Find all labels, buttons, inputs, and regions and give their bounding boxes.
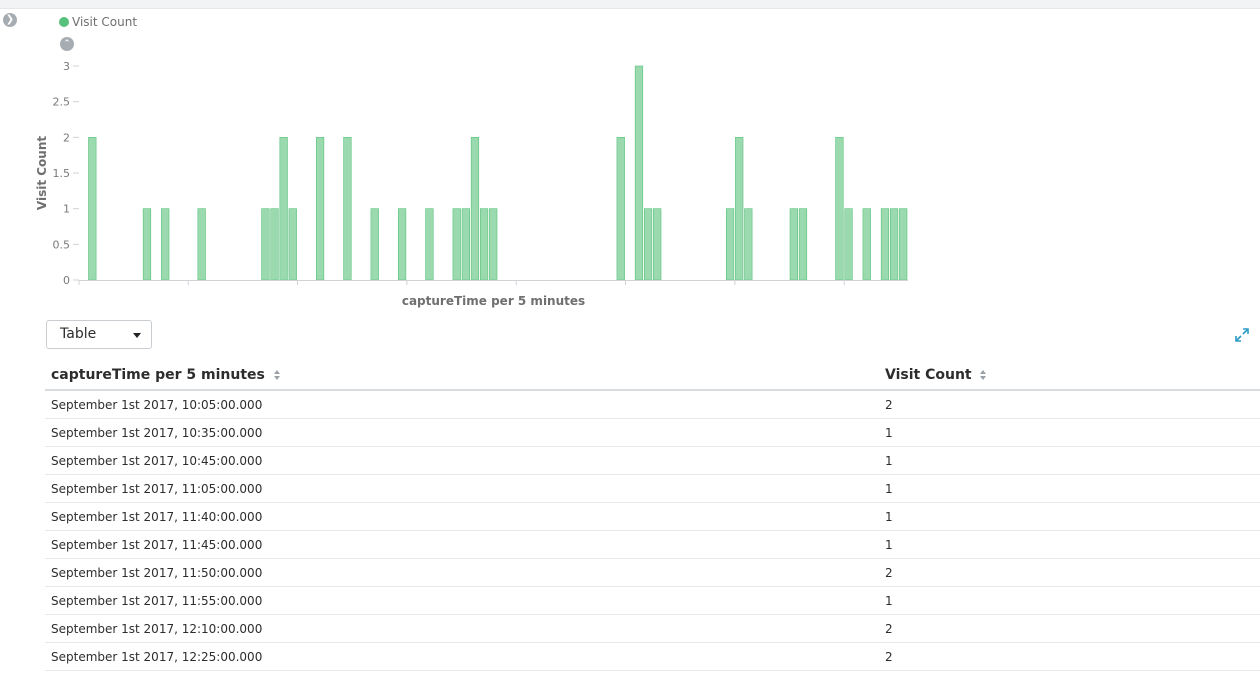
y-tick-label: 0.5 <box>53 238 71 251</box>
table-row: September 1st 2017, 10:05:00.000 2 <box>45 390 1260 419</box>
table-row: September 1st 2017, 12:10:00.000 2 <box>45 614 1260 643</box>
bar[interactable] <box>142 208 152 281</box>
y-tick-label: 0 <box>63 274 70 287</box>
column-header-visit-count[interactable]: Visit Count <box>879 361 1260 391</box>
bar[interactable] <box>880 208 890 281</box>
bar[interactable] <box>279 137 288 281</box>
column-header-label: Visit Count <box>885 367 972 383</box>
bar[interactable] <box>643 208 653 281</box>
view-select-value: Table <box>60 326 97 342</box>
view-select-dropdown[interactable]: Table <box>46 320 152 349</box>
bar[interactable] <box>725 208 735 281</box>
cell-capture-time: September 1st 2017, 10:05:00.000 <box>45 390 879 419</box>
bar[interactable] <box>616 137 625 281</box>
cell-visit-count: 1 <box>879 502 1260 531</box>
y-tick-label: 3 <box>63 60 70 73</box>
cell-visit-count: 1 <box>879 418 1260 447</box>
cell-visit-count: 1 <box>879 586 1260 615</box>
y-tick-label: 2.5 <box>53 96 71 109</box>
table-row: September 1st 2017, 11:55:00.000 1 <box>45 586 1260 615</box>
column-header-label: captureTime per 5 minutes <box>51 367 265 383</box>
bar[interactable] <box>315 137 325 281</box>
table-row: September 1st 2017, 11:40:00.000 1 <box>45 502 1260 531</box>
bar[interactable] <box>470 137 480 281</box>
bar[interactable] <box>397 208 407 281</box>
table-row: September 1st 2017, 12:25:00.000 2 <box>45 642 1260 671</box>
bar[interactable] <box>744 208 753 281</box>
x-axis <box>78 280 908 285</box>
bar[interactable] <box>261 208 270 281</box>
y-axis: 0 0.5 1 1.5 2 2.5 3 <box>53 60 79 287</box>
column-header-capture-time[interactable]: captureTime per 5 minutes <box>45 361 879 391</box>
bar[interactable] <box>798 208 808 281</box>
table-row: September 1st 2017, 10:45:00.000 1 <box>45 446 1260 475</box>
bar[interactable] <box>343 137 352 281</box>
cell-capture-time: September 1st 2017, 11:45:00.000 <box>45 530 879 559</box>
bar[interactable] <box>197 208 206 281</box>
bar[interactable] <box>88 137 97 281</box>
bar[interactable] <box>370 208 379 281</box>
chevron-right-icon[interactable]: ❯ <box>3 13 17 27</box>
bar[interactable] <box>270 208 279 281</box>
cell-capture-time: September 1st 2017, 12:25:00.000 <box>45 642 879 671</box>
bar[interactable] <box>862 208 871 281</box>
cell-visit-count: 2 <box>879 390 1260 419</box>
legend-label[interactable]: Visit Count <box>72 15 137 29</box>
cell-visit-count: 1 <box>879 474 1260 503</box>
cell-visit-count: 1 <box>879 530 1260 559</box>
y-tick-label: 1 <box>63 203 70 216</box>
cell-capture-time: September 1st 2017, 10:35:00.000 <box>45 418 879 447</box>
table-row: September 1st 2017, 11:05:00.000 1 <box>45 474 1260 503</box>
bar[interactable] <box>425 208 434 281</box>
y-axis-title: Visit Count <box>35 136 49 210</box>
y-tick-label: 2 <box>63 131 70 144</box>
cell-capture-time: September 1st 2017, 11:55:00.000 <box>45 586 879 615</box>
bar-chart: 0 0.5 1 1.5 2 2.5 3 Visit Count captureTime pe… <box>35 60 908 308</box>
bar[interactable] <box>735 137 744 281</box>
cell-visit-count: 2 <box>879 642 1260 671</box>
table-row: September 1st 2017, 11:50:00.000 2 <box>45 558 1260 587</box>
cell-visit-count: 2 <box>879 614 1260 643</box>
caret-down-icon <box>133 333 141 338</box>
cell-visit-count: 2 <box>879 558 1260 587</box>
bar[interactable] <box>479 208 489 281</box>
table-body: September 1st 2017, 10:05:00.000 2 Septemb… <box>45 390 1260 671</box>
table-row: September 1st 2017, 10:35:00.000 1 <box>45 418 1260 447</box>
cell-capture-time: September 1st 2017, 10:45:00.000 <box>45 446 879 475</box>
legend-color-dot <box>59 17 69 27</box>
bar[interactable] <box>789 208 798 281</box>
sort-icon[interactable] <box>979 369 987 381</box>
chevron-up-icon[interactable]: ⌃ <box>60 37 74 51</box>
expand-icon[interactable] <box>1235 328 1249 342</box>
bar[interactable] <box>161 208 170 281</box>
cell-capture-time: September 1st 2017, 11:05:00.000 <box>45 474 879 503</box>
bar[interactable] <box>634 65 644 281</box>
bar[interactable] <box>653 208 662 281</box>
table-header-row: captureTime per 5 minutes Visit Count <box>45 361 1260 391</box>
bar[interactable] <box>489 208 498 281</box>
cell-visit-count: 1 <box>879 446 1260 475</box>
cell-capture-time: September 1st 2017, 11:50:00.000 <box>45 558 879 587</box>
bar[interactable] <box>835 137 844 281</box>
bar[interactable] <box>461 208 470 281</box>
y-tick-label: 1.5 <box>53 167 71 180</box>
chart-legend[interactable]: Visit Count <box>59 14 137 30</box>
top-toolbar-strip <box>0 0 1260 9</box>
sort-icon[interactable] <box>273 369 281 381</box>
cell-capture-time: September 1st 2017, 12:10:00.000 <box>45 614 879 643</box>
bar[interactable] <box>889 208 899 281</box>
cell-capture-time: September 1st 2017, 11:40:00.000 <box>45 502 879 531</box>
data-table: captureTime per 5 minutes Visit Count Se… <box>45 361 1260 671</box>
bar[interactable] <box>288 208 297 281</box>
bar-series <box>88 65 908 281</box>
table-row: September 1st 2017, 11:45:00.000 1 <box>45 530 1260 559</box>
bar[interactable] <box>452 208 461 281</box>
bar[interactable] <box>844 208 853 281</box>
x-axis-title: captureTime per 5 minutes <box>402 294 585 308</box>
bar[interactable] <box>899 208 908 281</box>
